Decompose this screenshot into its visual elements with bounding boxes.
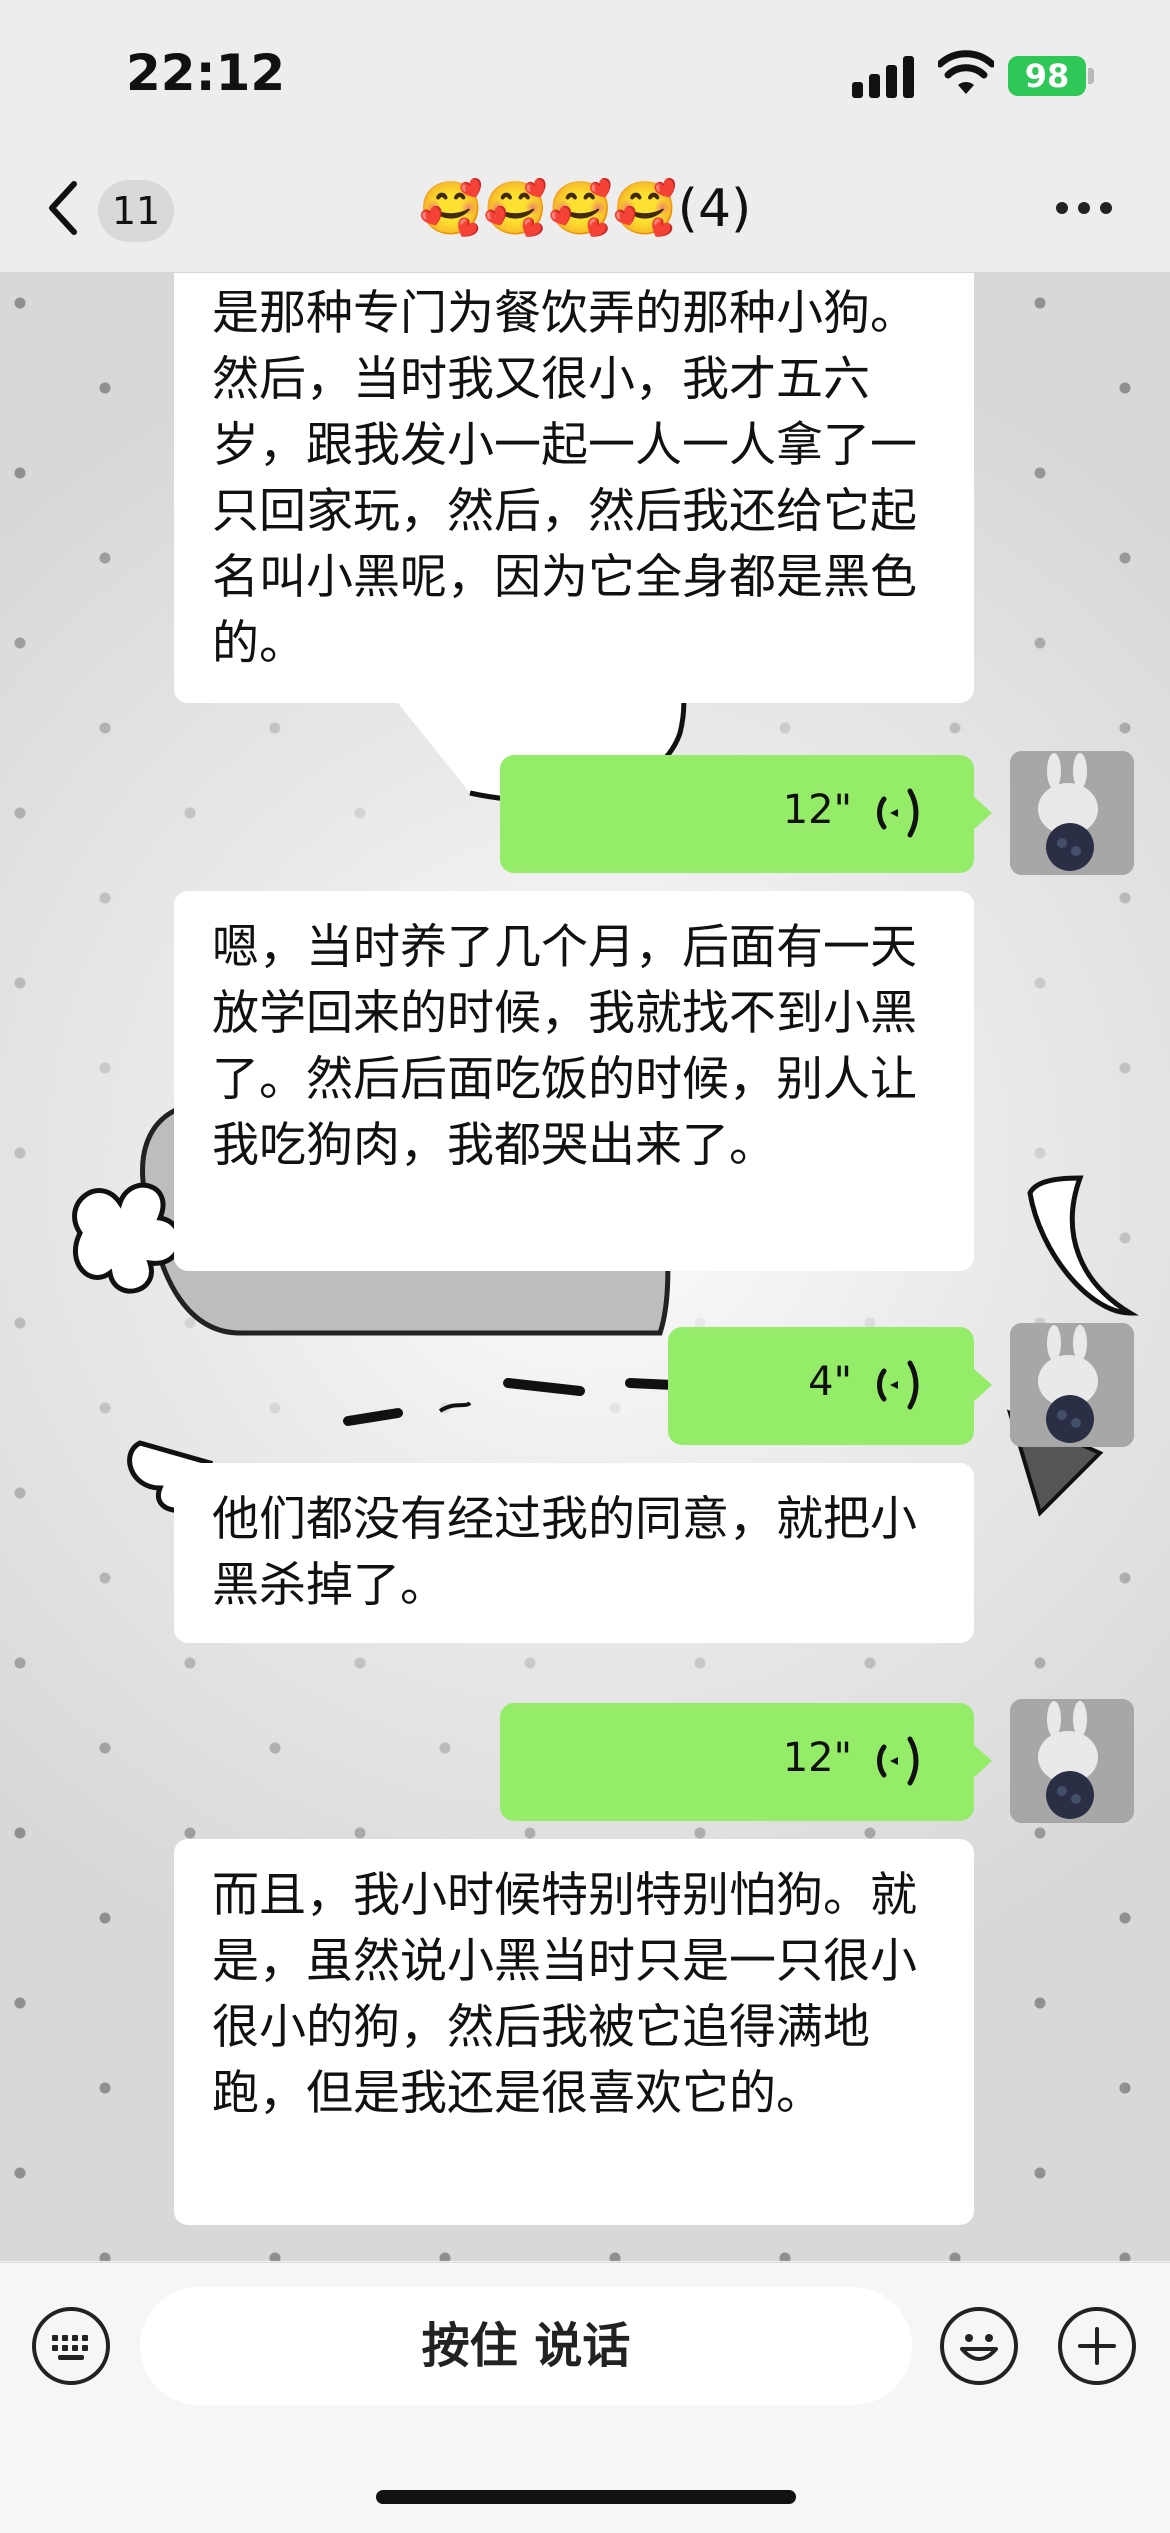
user-avatar[interactable] xyxy=(1010,751,1134,875)
hold-to-talk-button[interactable]: 按住 说话 xyxy=(140,2287,912,2405)
voice-duration: 12" xyxy=(782,787,852,833)
incoming-message-bubble[interactable]: 是那种专门为餐饮弄的那种小狗。然后，当时我又很小，我才五六岁，跟我发小一起一人一… xyxy=(174,273,974,703)
wifi-icon xyxy=(938,50,994,94)
message-text: 而且，我小时候特别特别怕狗。就是，虽然说小黑当时只是一只很小很小的狗，然后我被它… xyxy=(212,1868,917,2121)
voice-bubble[interactable]: 12" xyxy=(500,1703,992,1821)
keyboard-icon[interactable] xyxy=(32,2307,110,2385)
emoji-icon[interactable] xyxy=(940,2307,1018,2385)
incoming-message-bubble[interactable]: 他们都没有经过我的同意，就把小黑杀掉了。 xyxy=(174,1463,974,1643)
message-text: 是那种专门为餐饮弄的那种小狗。然后，当时我又很小，我才五六岁，跟我发小一起一人一… xyxy=(212,286,917,671)
voice-wave-icon xyxy=(877,1736,919,1786)
voice-duration: 4" xyxy=(808,1359,852,1405)
incoming-message-bubble[interactable]: 而且，我小时候特别特别怕狗。就是，虽然说小黑当时只是一只很小很小的狗，然后我被它… xyxy=(174,1839,974,2225)
outgoing-voice-message[interactable]: 12" xyxy=(0,1699,1170,1825)
home-indicator xyxy=(376,2490,796,2504)
outgoing-voice-message[interactable]: 12" xyxy=(0,751,1170,877)
chat-title: 🥰🥰🥰🥰(4) xyxy=(418,179,752,239)
battery-indicator: 98 xyxy=(1008,56,1086,96)
cellular-signal-icon xyxy=(852,54,916,98)
message-text: 嗯，当时养了几个月，后面有一天放学回来的时候，我就找不到小黑了。然后后面吃饭的时… xyxy=(212,920,917,1173)
user-avatar[interactable] xyxy=(1010,1699,1134,1823)
status-bar: 22:12 98 xyxy=(0,0,1170,150)
message-text: 他们都没有经过我的同意，就把小黑杀掉了。 xyxy=(212,1492,917,1613)
battery-nub xyxy=(1088,68,1094,84)
incoming-message-bubble[interactable]: 嗯，当时养了几个月，后面有一天放学回来的时候，我就找不到小黑了。然后后面吃饭的时… xyxy=(174,891,974,1271)
user-avatar[interactable] xyxy=(1010,1323,1134,1447)
more-icon[interactable] xyxy=(1056,202,1114,216)
voice-duration: 12" xyxy=(782,1735,852,1781)
voice-bubble[interactable]: 4" xyxy=(668,1327,992,1445)
plus-icon[interactable] xyxy=(1058,2307,1136,2385)
voice-wave-icon xyxy=(877,788,919,838)
chat-header: 11 🥰🥰🥰🥰(4) xyxy=(0,150,1170,273)
voice-bubble[interactable]: 12" xyxy=(500,755,992,873)
voice-wave-icon xyxy=(877,1360,919,1410)
outgoing-voice-message[interactable]: 4" xyxy=(0,1323,1170,1449)
status-time: 22:12 xyxy=(126,44,286,102)
chat-message-list[interactable]: 是那种专门为餐饮弄的那种小狗。然后，当时我又很小，我才五六岁，跟我发小一起一人一… xyxy=(0,273,1170,2261)
